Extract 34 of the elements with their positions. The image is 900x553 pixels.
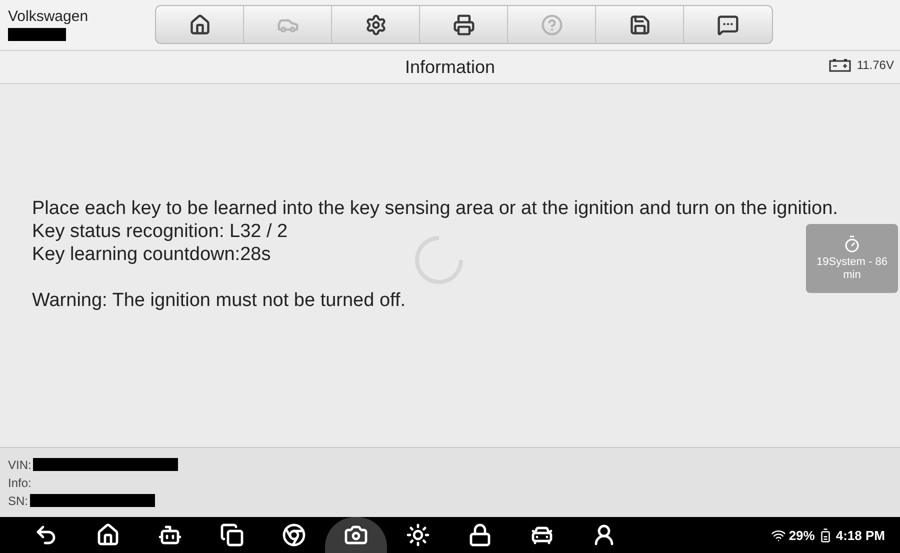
timer-label: 19System - 86 min: [816, 256, 888, 282]
message-text: Key learning countdown:28s: [32, 242, 271, 266]
clock-time: 4:18 PM: [836, 528, 885, 542]
footer-label: SN:: [8, 494, 28, 508]
help-icon: [540, 14, 562, 36]
settings-icon: [364, 14, 386, 36]
stopwatch-icon: [843, 235, 861, 253]
battery-percent: 29%: [788, 528, 815, 542]
back-icon: [34, 523, 58, 547]
vehicle-name: Volkswagen: [8, 8, 90, 25]
camera-button[interactable]: [325, 517, 387, 553]
message-text: Place each key to be learned into the key sensing area or at the ignition and turn on the ignition.: [32, 196, 838, 220]
lock-icon: [468, 523, 492, 547]
printer-icon: [452, 14, 474, 36]
recents-icon: [220, 523, 244, 547]
person-icon: [592, 523, 616, 547]
footer-label: VIN:: [8, 458, 32, 472]
page-title: Information: [404, 56, 496, 78]
home-icon: [188, 14, 210, 36]
robot-icon: [158, 523, 182, 547]
message-icon: [717, 14, 739, 36]
save-icon: [628, 14, 650, 36]
voltage-reading: 11.76V: [856, 58, 894, 72]
wifi-icon: [770, 528, 786, 542]
timer-card[interactable]: 19System - 86 min: [806, 224, 898, 293]
message-text: Key status recognition: L32 / 2: [32, 220, 288, 242]
footer-label: Info:: [8, 476, 32, 490]
message-text: Warning: The ignition must not be turned off.: [32, 288, 406, 312]
home-icon: [96, 523, 120, 547]
camera-icon: [344, 523, 368, 547]
sun-icon: [406, 523, 430, 547]
browser-icon: [282, 523, 306, 547]
redaction-bar: [8, 28, 66, 41]
battery-icon: [828, 58, 851, 72]
